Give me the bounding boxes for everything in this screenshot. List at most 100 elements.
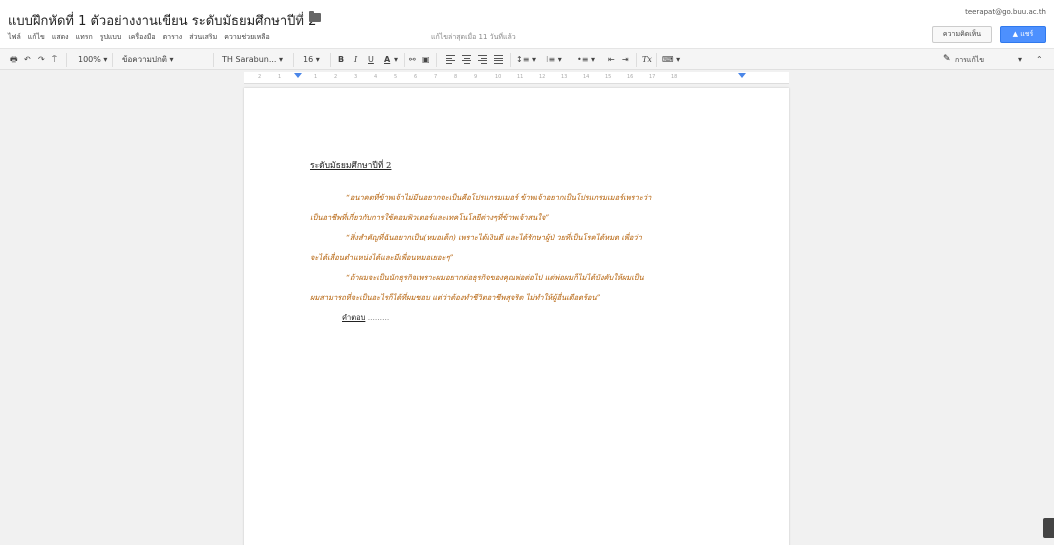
ruler-tick: 5 xyxy=(394,74,398,80)
bulleted-list-icon[interactable]: •≡ ▾ xyxy=(577,53,595,67)
menu-format[interactable]: รูปแบบ xyxy=(100,32,122,43)
app-header: แบบฝึกหัดที่ 1 ตัวอย่างงานเขียน ระดับมัธ… xyxy=(0,0,1054,48)
explore-button[interactable] xyxy=(1043,518,1054,538)
menu-tools[interactable]: เครื่องมือ xyxy=(128,32,155,43)
ruler-tick: 10 xyxy=(495,74,502,80)
redo-icon[interactable]: ↷ xyxy=(38,53,45,67)
ruler-tick: 1 xyxy=(314,74,318,80)
bold-button[interactable]: B xyxy=(338,53,344,67)
star-icon[interactable]: ☆ xyxy=(294,10,305,24)
ruler-tick: 2 xyxy=(258,74,262,80)
folder-icon[interactable] xyxy=(309,11,321,22)
user-email[interactable]: teerapat@go.buu.ac.th xyxy=(965,8,1046,16)
align-center-icon[interactable] xyxy=(462,55,471,64)
align-right-icon[interactable] xyxy=(478,55,487,64)
comments-button[interactable]: ความคิดเห็น xyxy=(932,26,992,43)
formatting-toolbar: 🖶 ↶ ↷ ⍑ 100% ▾ ข้อความปกติ ▾ TH Sarabun.… xyxy=(0,48,1054,70)
menu-view[interactable]: แสดง xyxy=(52,32,69,43)
left-indent-marker[interactable] xyxy=(294,73,302,78)
share-label: แชร์ xyxy=(1020,30,1034,38)
toolbar-divider xyxy=(112,53,113,67)
menu-file[interactable]: ไฟล์ xyxy=(8,32,21,43)
right-indent-marker[interactable] xyxy=(738,73,746,78)
style-select[interactable]: ข้อความปกติ ▾ xyxy=(122,53,174,67)
chevron-down-icon: ▾ xyxy=(557,55,562,64)
editing-mode-select[interactable]: การแก้ไข xyxy=(955,53,984,67)
increase-indent-icon[interactable]: ⇥ xyxy=(622,53,629,67)
toolbar-divider xyxy=(330,53,331,67)
paragraph: “สิ่งสำคัญที่ฉันอยากเป็น(หมอเด็ก) เพราะไ… xyxy=(310,233,642,262)
paragraph: “ถ้าผมจะเป็นนักธุรกิจเพราะผมอยากต่อธุรกิ… xyxy=(310,273,644,302)
decrease-indent-icon[interactable]: ⇤ xyxy=(608,53,615,67)
horizontal-ruler[interactable]: 2 1 1 2 3 4 5 6 7 8 9 10 11 12 13 14 15 … xyxy=(244,72,789,84)
link-icon[interactable]: ⚯ xyxy=(409,53,416,67)
document-heading: ระดับมัธยมศึกษาปีที่ 2 xyxy=(310,161,392,171)
document-page[interactable]: ระดับมัธยมศึกษาปีที่ 2 “อนาคตที่ข้าพเจ้า… xyxy=(244,88,789,545)
ruler-tick: 3 xyxy=(354,74,358,80)
undo-icon[interactable]: ↶ xyxy=(24,53,31,67)
align-left-icon[interactable] xyxy=(446,55,455,64)
chevron-down-icon[interactable]: ▾ xyxy=(394,53,398,67)
ruler-tick: 11 xyxy=(517,74,524,80)
paint-format-icon[interactable]: ⍑ xyxy=(52,53,57,67)
answer-label: คำตอบ xyxy=(342,313,366,322)
ruler-tick: 18 xyxy=(671,74,678,80)
menu-insert[interactable]: แทรก xyxy=(76,32,93,43)
ruler-tick: 6 xyxy=(414,74,418,80)
ruler-tick: 15 xyxy=(605,74,612,80)
paragraph: “อนาคตที่ข้าพเจ้าไม่มีนอยากจะเป็นคือโปรแ… xyxy=(310,193,652,222)
ruler-tick: 8 xyxy=(454,74,458,80)
input-tools-icon[interactable]: ⌨ ▾ xyxy=(662,53,680,67)
menu-addons[interactable]: ส่วนเสริม xyxy=(189,32,217,43)
ruler-tick: 14 xyxy=(583,74,590,80)
ruler-tick: 9 xyxy=(474,74,478,80)
clear-formatting-icon[interactable]: Tx xyxy=(642,53,652,67)
line-spacing-icon[interactable]: ↕≡ ▾ xyxy=(516,53,536,67)
docs-app: แบบฝึกหัดที่ 1 ตัวอย่างงานเขียน ระดับมัธ… xyxy=(0,0,1054,545)
ruler-tick: 4 xyxy=(374,74,378,80)
collapse-menu-icon[interactable]: ⌃ xyxy=(1036,53,1043,67)
ruler-tick: 2 xyxy=(334,74,338,80)
ruler-tick: 17 xyxy=(649,74,656,80)
toolbar-divider xyxy=(293,53,294,67)
menu-bar: ไฟล์ แก้ไข แสดง แทรก รูปแบบ เครื่องมือ ต… xyxy=(8,32,270,43)
answer-blank: ......... xyxy=(367,313,390,322)
text-color-button[interactable]: A xyxy=(384,53,390,67)
menu-edit[interactable]: แก้ไข xyxy=(28,32,45,43)
align-justify-icon[interactable] xyxy=(494,55,503,64)
toolbar-divider xyxy=(656,53,657,67)
ruler-tick: 16 xyxy=(627,74,634,80)
document-body[interactable]: ระดับมัธยมศึกษาปีที่ 2 “อนาคตที่ข้าพเจ้า… xyxy=(310,158,730,328)
ruler-tick: 13 xyxy=(561,74,568,80)
toolbar-divider xyxy=(636,53,637,67)
chevron-down-icon: ▾ xyxy=(531,55,536,64)
toolbar-divider xyxy=(404,53,405,67)
answer-line: คำตอบ ......... xyxy=(310,308,730,328)
numbered-list-icon[interactable]: ⁝≡ ▾ xyxy=(546,53,562,67)
share-button[interactable]: ▲ แชร์ xyxy=(1000,26,1046,43)
toolbar-divider xyxy=(510,53,511,67)
menu-table[interactable]: ตาราง xyxy=(163,32,183,43)
menu-help[interactable]: ความช่วยเหลือ xyxy=(224,32,269,43)
ruler-tick: 7 xyxy=(434,74,438,80)
font-select[interactable]: TH Sarabun... ▾ xyxy=(222,53,283,67)
ruler-tick: 12 xyxy=(539,74,546,80)
chevron-down-icon[interactable]: ▾ xyxy=(1018,53,1022,67)
chevron-down-icon: ▾ xyxy=(315,55,320,64)
chevron-down-icon: ▾ xyxy=(676,55,681,64)
toolbar-divider xyxy=(436,53,437,67)
chevron-down-icon: ▾ xyxy=(279,55,284,64)
toolbar-divider xyxy=(213,53,214,67)
comment-icon[interactable]: ▣ xyxy=(422,53,430,67)
font-size-select[interactable]: 16 ▾ xyxy=(303,53,320,67)
zoom-select[interactable]: 100% ▾ xyxy=(78,53,107,67)
italic-button[interactable]: I xyxy=(354,53,357,67)
chevron-down-icon: ▾ xyxy=(103,55,108,64)
ruler-tick: 1 xyxy=(278,74,282,80)
chevron-down-icon: ▾ xyxy=(169,55,174,64)
underline-button[interactable]: U xyxy=(368,53,374,67)
last-edit-link[interactable]: แก้ไขล่าสุดเมื่อ 11 วันที่แล้ว xyxy=(431,32,516,43)
pencil-icon: ✎ xyxy=(943,54,951,64)
print-icon[interactable]: 🖶 xyxy=(10,53,18,67)
document-title[interactable]: แบบฝึกหัดที่ 1 ตัวอย่างงานเขียน ระดับมัธ… xyxy=(8,10,316,31)
